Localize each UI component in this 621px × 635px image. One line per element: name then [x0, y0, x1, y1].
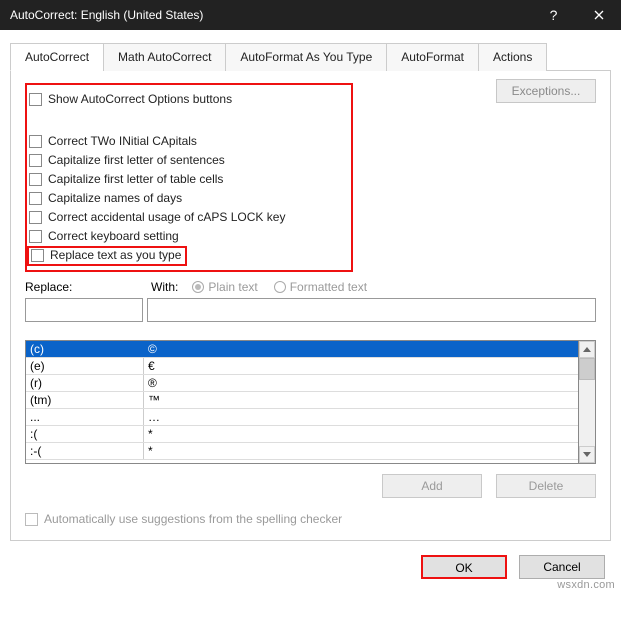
close-icon [594, 10, 604, 20]
tab-autocorrect[interactable]: AutoCorrect [10, 43, 104, 71]
list-row[interactable]: (e)€ [26, 358, 578, 375]
radio-label: Formatted text [290, 280, 367, 294]
list-row[interactable]: (c)© [26, 341, 578, 358]
tab-panel: Show AutoCorrect Options buttons Correct… [10, 71, 611, 541]
list-scrollbar[interactable] [579, 340, 596, 464]
checkbox-label: Correct keyboard setting [48, 229, 179, 243]
options-group-highlight: Show AutoCorrect Options buttons Correct… [25, 83, 353, 272]
exceptions-button[interactable]: Exceptions... [496, 79, 596, 103]
checkbox-capitalize-days[interactable] [29, 192, 42, 205]
scroll-thumb[interactable] [579, 358, 595, 380]
checkbox-show-options[interactable] [29, 93, 42, 106]
radio-formatted-text[interactable] [274, 281, 286, 293]
chevron-up-icon [583, 347, 591, 352]
radio-plain-text[interactable] [192, 281, 204, 293]
close-button[interactable] [576, 0, 621, 30]
replace-input[interactable] [25, 298, 143, 322]
list-row[interactable]: :(* [26, 426, 578, 443]
scroll-track[interactable] [579, 358, 595, 446]
scroll-up-button[interactable] [579, 341, 595, 358]
checkbox-label: Capitalize names of days [48, 191, 182, 205]
checkbox-capitalize-sentences[interactable] [29, 154, 42, 167]
chevron-down-icon [583, 452, 591, 457]
watermark: wsxdn.com [557, 579, 615, 591]
title-bar: AutoCorrect: English (United States) ? [0, 0, 621, 30]
replace-label: Replace: [25, 280, 143, 294]
window-title: AutoCorrect: English (United States) [10, 8, 531, 22]
checkbox-label: Replace text as you type [50, 248, 181, 262]
checkbox-label: Automatically use suggestions from the s… [44, 512, 342, 526]
replace-text-highlight: Replace text as you type [27, 246, 187, 266]
ok-button[interactable]: OK [421, 555, 507, 579]
checkbox-two-initial-caps[interactable] [29, 135, 42, 148]
add-button[interactable]: Add [382, 474, 482, 498]
tab-math-autocorrect[interactable]: Math AutoCorrect [103, 43, 226, 71]
replace-with-header: Replace: With: Plain text Formatted text [25, 280, 596, 294]
tab-autoformat[interactable]: AutoFormat [386, 43, 479, 71]
list-row[interactable]: ...… [26, 409, 578, 426]
tab-strip: AutoCorrect Math AutoCorrect AutoFormat … [10, 42, 611, 71]
checkbox-label: Capitalize first letter of table cells [48, 172, 223, 186]
checkbox-replace-text[interactable] [31, 249, 44, 262]
checkbox-label: Correct accidental usage of cAPS LOCK ke… [48, 210, 285, 224]
with-label: With: [151, 280, 178, 294]
help-button[interactable]: ? [531, 0, 576, 30]
checkbox-capitalize-table-cells[interactable] [29, 173, 42, 186]
with-input[interactable] [147, 298, 596, 322]
tab-actions[interactable]: Actions [478, 43, 547, 71]
dialog-footer: OK Cancel [0, 541, 621, 591]
list-row[interactable]: (r)® [26, 375, 578, 392]
checkbox-caps-lock[interactable] [29, 211, 42, 224]
checkbox-label: Correct TWo INitial CApitals [48, 134, 197, 148]
list-row[interactable]: :-(* [26, 443, 578, 460]
cancel-button[interactable]: Cancel [519, 555, 605, 579]
list-row[interactable]: (tm)™ [26, 392, 578, 409]
checkbox-label: Show AutoCorrect Options buttons [48, 92, 232, 106]
checkbox-keyboard-setting[interactable] [29, 230, 42, 243]
autocorrect-list[interactable]: (c)© (e)€ (r)® (tm)™ ...… :(* :-(* [25, 340, 579, 464]
checkbox-label: Capitalize first letter of sentences [48, 153, 225, 167]
checkbox-auto-suggestions[interactable] [25, 513, 38, 526]
scroll-down-button[interactable] [579, 446, 595, 463]
delete-button[interactable]: Delete [496, 474, 596, 498]
radio-label: Plain text [208, 280, 257, 294]
tab-autoformat-as-you-type[interactable]: AutoFormat As You Type [225, 43, 387, 71]
